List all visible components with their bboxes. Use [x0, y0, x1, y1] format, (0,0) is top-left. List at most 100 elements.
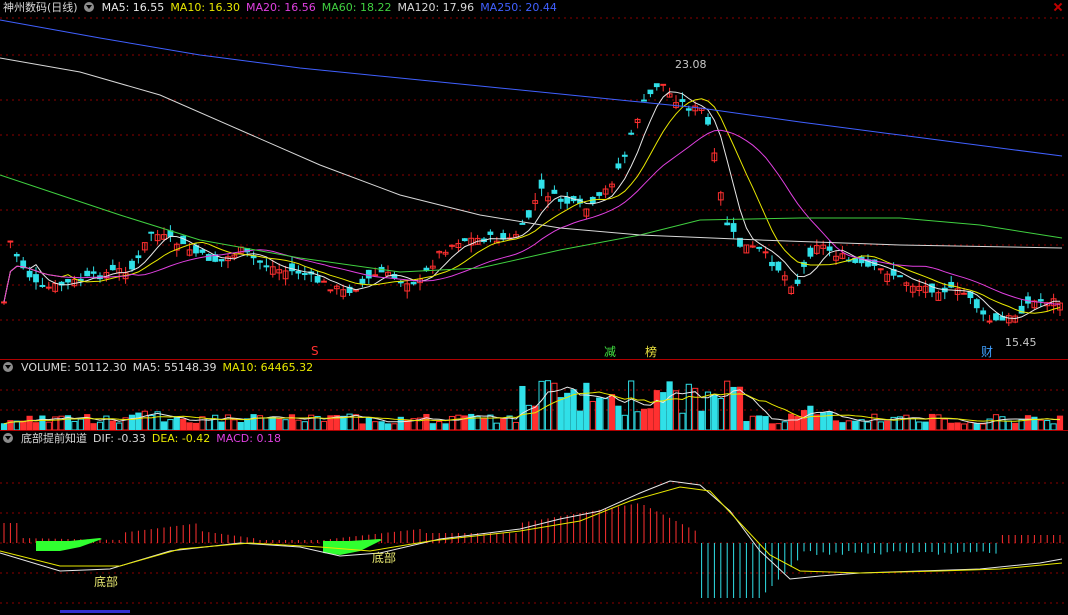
- macd-chart-panel[interactable]: 底部提前知道 DIF: -0.33 DEA: -0.42 MACD: 0.18 …: [0, 430, 1068, 615]
- volume-bar: [301, 421, 308, 431]
- volume-bar: [564, 392, 571, 431]
- volume-bar: [519, 385, 526, 431]
- volume-bar: [269, 416, 276, 431]
- volume-bar: [871, 413, 878, 431]
- tag-finance[interactable]: 财: [981, 343, 993, 360]
- candle-body: [993, 313, 999, 321]
- candle-body: [794, 279, 801, 284]
- volume-menu-icon[interactable]: [3, 362, 13, 372]
- ma5-line: [3, 91, 1060, 320]
- volume-ma5-line: [3, 386, 1061, 425]
- volume-bar: [160, 421, 168, 431]
- candle-body: [218, 258, 225, 262]
- volume-bar: [877, 421, 884, 431]
- volume-bar: [180, 418, 187, 431]
- candle-body: [257, 260, 263, 263]
- volume-bar: [455, 414, 462, 431]
- candle-body: [538, 179, 545, 189]
- candle-body: [986, 320, 993, 323]
- volume-bar: [679, 412, 686, 431]
- ma120-label: MA120: 17.96: [397, 1, 475, 14]
- candle-body: [564, 196, 571, 204]
- candle-body: [314, 276, 321, 283]
- candle-body: [45, 286, 52, 289]
- volume-bar: [832, 420, 840, 431]
- volume-bar: [480, 417, 488, 431]
- volume-bar: [116, 422, 123, 431]
- tag-ranking[interactable]: 榜: [645, 343, 657, 360]
- candle-body: [660, 83, 667, 86]
- volume-bar: [13, 420, 20, 431]
- candle-body: [327, 289, 334, 292]
- volume-bar: [852, 420, 859, 431]
- candle-body: [769, 261, 775, 267]
- candle-body: [289, 263, 295, 272]
- candle-body: [135, 255, 142, 259]
- volume-ma10: MA10: 64465.32: [222, 361, 314, 374]
- candle-body: [84, 270, 91, 277]
- low-price-label: 15.45: [1005, 336, 1037, 349]
- candle-body: [129, 260, 135, 270]
- candle-body: [519, 222, 526, 225]
- volume-bar: [922, 421, 929, 431]
- volume-bar: [109, 420, 116, 431]
- ma60-label: MA60: 18.22: [321, 1, 392, 14]
- indicator-menu-icon[interactable]: [83, 2, 94, 12]
- volume-bar: [39, 415, 46, 431]
- volume-bar: [826, 411, 833, 431]
- volume-bar: [634, 411, 641, 431]
- volume-bar: [884, 420, 891, 431]
- volume-bar: [800, 410, 808, 431]
- volume-bar: [903, 414, 910, 431]
- volume-bar: [103, 415, 110, 431]
- volume-bar: [928, 413, 936, 431]
- volume-bar: [628, 380, 635, 431]
- volume-bar: [288, 414, 296, 431]
- tag-reduce[interactable]: 减: [604, 343, 616, 360]
- candle-body: [33, 274, 39, 283]
- volume-bar: [141, 410, 148, 431]
- candle-body: [615, 163, 622, 169]
- volume-bar: [781, 421, 788, 431]
- volume-bar: [365, 417, 372, 431]
- close-icon[interactable]: [1054, 3, 1062, 11]
- volume-bar: [320, 420, 328, 431]
- volume-chart-panel[interactable]: VOLUME: 50112.30 MA5: 55148.39 MA10: 644…: [0, 359, 1068, 431]
- volume-bar: [1005, 420, 1012, 431]
- candle-body: [557, 198, 564, 202]
- candle-body: [500, 233, 507, 240]
- price-chart-panel[interactable]: 神州数码(日线) MA5: 16.55 MA10: 16.30 MA20: 16…: [0, 0, 1068, 359]
- horizontal-scrollbar[interactable]: [60, 610, 130, 613]
- candle-body: [90, 271, 97, 274]
- ma250-line: [0, 19, 1063, 157]
- volume-bar: [192, 422, 200, 431]
- volume-bar: [596, 397, 603, 431]
- candle-body: [980, 310, 987, 315]
- candle-body: [685, 108, 692, 111]
- volume-bar: [1024, 415, 1032, 431]
- volume-bar: [295, 419, 302, 431]
- price-candlestick-chart: [0, 17, 1068, 327]
- volume-bar: [96, 421, 104, 431]
- volume-bar: [231, 419, 238, 431]
- volume-bar: [26, 415, 33, 431]
- candle-body: [961, 292, 967, 295]
- volume-bar: [173, 416, 180, 431]
- volume-bar: [20, 420, 27, 431]
- volume-bar: [436, 421, 443, 431]
- candle-body: [653, 83, 660, 88]
- candle-body: [826, 246, 833, 251]
- volume-bar: [583, 382, 590, 431]
- volume-bar: [909, 417, 916, 431]
- volume-bar: [244, 418, 251, 431]
- candle-body: [65, 279, 71, 283]
- macd-menu-icon[interactable]: [3, 433, 13, 443]
- volume-bar: [999, 416, 1006, 431]
- volume-legend: VOLUME: 50112.30 MA5: 55148.39 MA10: 644…: [0, 360, 313, 376]
- candle-body: [730, 223, 737, 232]
- volume-bar: [250, 414, 257, 431]
- volume-bar: [692, 387, 699, 431]
- volume-bar: [512, 421, 520, 431]
- volume-bar: [167, 419, 174, 431]
- tag-s[interactable]: S: [311, 344, 319, 358]
